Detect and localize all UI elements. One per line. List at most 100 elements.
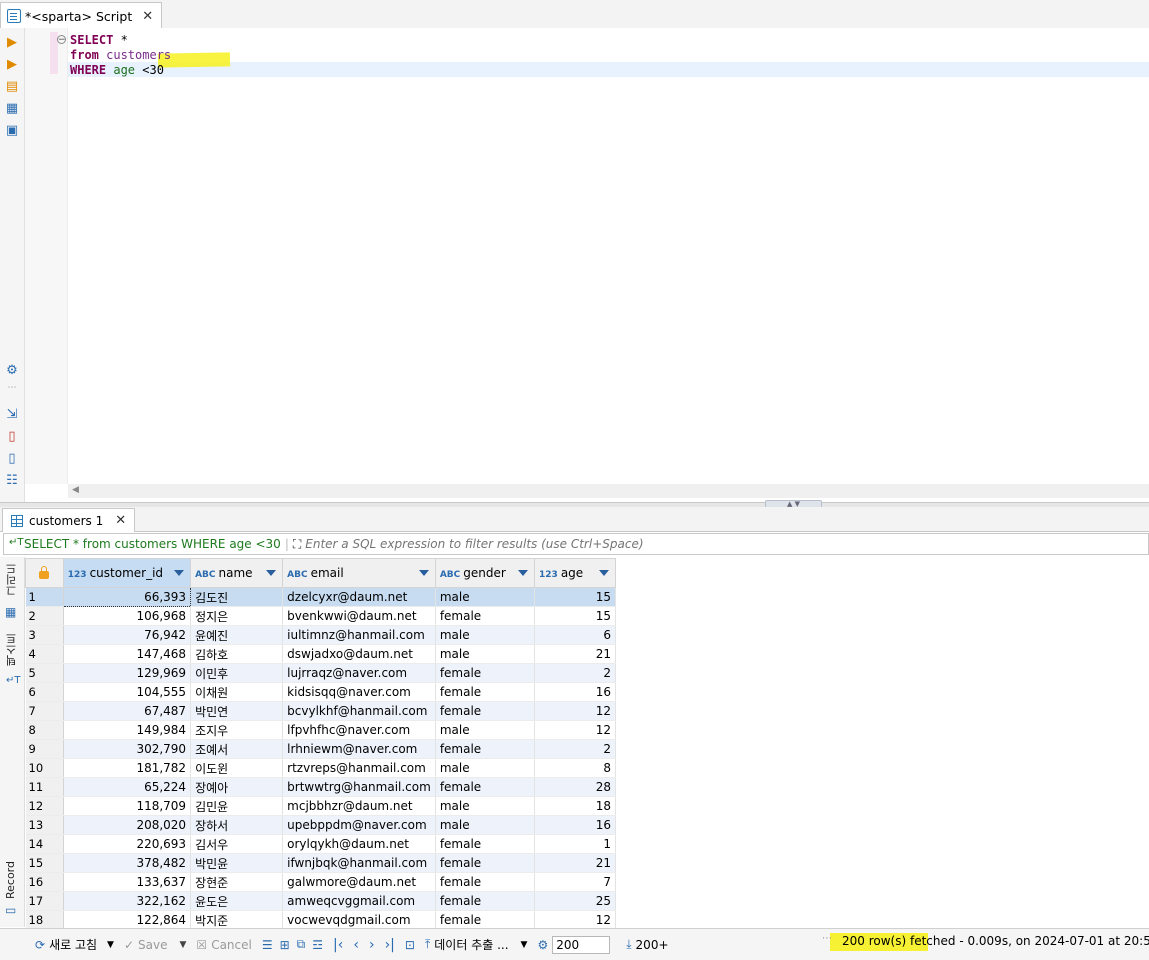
cell-gender[interactable]: male xyxy=(435,720,536,740)
cell-customer_id[interactable]: 181,782 xyxy=(63,758,192,778)
cell-email[interactable]: mcjbbhzr@daum.net xyxy=(282,796,436,816)
cell-email[interactable]: amweqcvggmail.com xyxy=(282,891,436,911)
sort-icon[interactable] xyxy=(266,570,277,576)
cell-email[interactable]: dzelcyxr@daum.net xyxy=(282,587,436,607)
cell-gender[interactable]: female xyxy=(435,910,536,930)
cell-customer_id[interactable]: 122,864 xyxy=(63,910,192,930)
table-row[interactable]: 4 147,468 김하호 dswjadxo@daum.net male 21 xyxy=(25,644,616,664)
cell-gender[interactable]: female xyxy=(435,777,536,797)
sql-line-2[interactable]: from customers xyxy=(70,48,171,62)
cell-email[interactable]: bvenkwwi@daum.net xyxy=(282,606,436,626)
table-row[interactable]: 17 322,162 윤도은 amweqcvggmail.com female 25 xyxy=(25,891,616,911)
cell-age[interactable]: 28 xyxy=(534,777,616,797)
cell-email[interactable]: upebppdm@naver.com xyxy=(282,815,436,835)
copy-row-icon[interactable]: ⧉ xyxy=(297,937,306,952)
row-number[interactable]: 9 xyxy=(25,739,64,759)
cell-customer_id[interactable]: 147,468 xyxy=(63,644,192,664)
variables-icon[interactable]: ▯ xyxy=(4,450,20,466)
cell-customer_id[interactable]: 66,393 xyxy=(62,587,192,607)
cell-gender[interactable]: female xyxy=(435,853,536,873)
row-number[interactable]: 14 xyxy=(25,834,64,854)
cell-name[interactable]: 조지우 xyxy=(190,720,284,740)
sort-icon[interactable] xyxy=(518,570,529,576)
cell-customer_id[interactable]: 65,224 xyxy=(63,777,192,797)
cell-name[interactable]: 이민후 xyxy=(190,663,284,683)
cell-customer_id[interactable]: 302,790 xyxy=(63,739,192,759)
cell-gender[interactable]: male xyxy=(435,758,536,778)
cell-age[interactable]: 18 xyxy=(534,796,616,816)
execute-statement-icon[interactable]: ▶ xyxy=(4,34,20,50)
outline-icon[interactable]: ☷ xyxy=(4,472,20,488)
cell-email[interactable]: lujrraqz@naver.com xyxy=(282,663,436,683)
cell-customer_id[interactable]: 208,020 xyxy=(63,815,192,835)
gear-icon[interactable]: ⚙ xyxy=(4,362,20,378)
column-header-age[interactable]: 123 age xyxy=(534,558,616,588)
cell-customer_id[interactable]: 133,637 xyxy=(63,872,192,892)
table-row[interactable]: 16 133,637 장현준 galwmore@daum.net female 7 xyxy=(25,872,616,892)
cell-age[interactable]: 1 xyxy=(534,834,616,854)
editor-horizontal-scrollbar[interactable]: ◀ xyxy=(68,484,1149,498)
cell-name[interactable]: 정지은 xyxy=(190,606,284,626)
cell-customer_id[interactable]: 67,487 xyxy=(63,701,192,721)
last-row-icon[interactable]: ›| xyxy=(385,937,395,953)
row-number[interactable]: 13 xyxy=(25,815,64,835)
execute-new-tab-icon[interactable]: ▶ xyxy=(4,56,20,72)
cell-age[interactable]: 15 xyxy=(534,587,616,607)
cell-gender[interactable]: male xyxy=(435,587,536,607)
column-header-customer_id[interactable]: 123 customer_id xyxy=(62,558,192,588)
row-number[interactable]: 12 xyxy=(25,796,64,816)
cell-email[interactable]: iultimnz@hanmail.com xyxy=(282,625,436,645)
row-number[interactable]: 10 xyxy=(25,758,64,778)
cell-name[interactable]: 박지준 xyxy=(190,910,284,930)
tab-record[interactable]: Record xyxy=(4,861,17,899)
execute-script-icon[interactable]: ▤ xyxy=(4,78,20,94)
prev-row-icon[interactable]: ‹ xyxy=(353,937,359,953)
cell-age[interactable]: 8 xyxy=(534,758,616,778)
cell-gender[interactable]: female xyxy=(435,891,536,911)
table-row[interactable]: 12 118,709 김민윤 mcjbbhzr@daum.net male 18 xyxy=(25,796,616,816)
gear-icon[interactable]: ⚙ xyxy=(537,938,548,952)
cell-gender[interactable]: male xyxy=(435,796,536,816)
row-number[interactable]: 16 xyxy=(25,872,64,892)
tab-results[interactable]: customers 1 ✕ xyxy=(2,508,136,532)
cell-gender[interactable]: male xyxy=(435,815,536,835)
sort-icon[interactable] xyxy=(599,570,609,576)
explain-plan-icon[interactable]: ▦ xyxy=(4,100,20,116)
cell-name[interactable]: 박민윤 xyxy=(190,853,284,873)
cell-name[interactable]: 장현준 xyxy=(190,872,284,892)
row-number[interactable]: 3 xyxy=(25,625,64,645)
cell-age[interactable]: 25 xyxy=(534,891,616,911)
cell-name[interactable]: 조예서 xyxy=(190,739,284,759)
filter-query-text[interactable]: SELECT * from customers WHERE age <30 xyxy=(4,537,281,551)
cell-age[interactable]: 15 xyxy=(534,606,616,626)
cell-name[interactable]: 김민윤 xyxy=(190,796,284,816)
row-number[interactable]: 5 xyxy=(25,663,64,683)
row-number[interactable]: 15 xyxy=(25,853,64,873)
table-row[interactable]: 6 104,555 이채원 kidsisqq@naver.com female 16 xyxy=(25,682,616,702)
cell-gender[interactable]: female xyxy=(435,872,536,892)
first-row-icon[interactable]: |‹ xyxy=(333,937,343,953)
chevron-down-icon[interactable]: ▼ xyxy=(521,940,528,950)
cell-age[interactable]: 16 xyxy=(534,682,616,702)
cell-name[interactable]: 윤도은 xyxy=(190,891,284,911)
sort-icon[interactable] xyxy=(418,570,429,576)
row-number[interactable]: 4 xyxy=(25,644,64,664)
cell-customer_id[interactable]: 106,968 xyxy=(63,606,192,626)
result-grid[interactable]: 123 customer_id ABC name ABC email ABC gende… xyxy=(25,558,616,930)
cell-gender[interactable]: female xyxy=(435,834,536,854)
cell-email[interactable]: lfpvhfhc@naver.com xyxy=(282,720,436,740)
row-number[interactable]: 17 xyxy=(25,891,64,911)
fit-icon[interactable]: ⊡ xyxy=(405,938,415,952)
table-row[interactable]: 18 122,864 박지준 vocwevqdgmail.com female 12 xyxy=(25,910,616,930)
table-row[interactable]: 8 149,984 조지우 lfpvhfhc@naver.com male 12 xyxy=(25,720,616,740)
cell-name[interactable]: 장예아 xyxy=(190,777,284,797)
tab-script[interactable]: *<sparta> Script ✕ xyxy=(0,2,163,29)
chevron-down-icon[interactable]: ▼ xyxy=(180,940,187,950)
table-row[interactable]: 1 66,393 김도진 dzelcyxr@daum.net male 15 xyxy=(25,587,616,607)
row-number[interactable]: 6 xyxy=(25,682,64,702)
cell-age[interactable]: 6 xyxy=(534,625,616,645)
fetch-size-input[interactable] xyxy=(552,935,611,954)
cell-email[interactable]: ifwnjbqk@hanmail.com xyxy=(282,853,436,873)
row-number[interactable]: 18 xyxy=(25,910,64,930)
cell-email[interactable]: orylqykh@daum.net xyxy=(282,834,436,854)
